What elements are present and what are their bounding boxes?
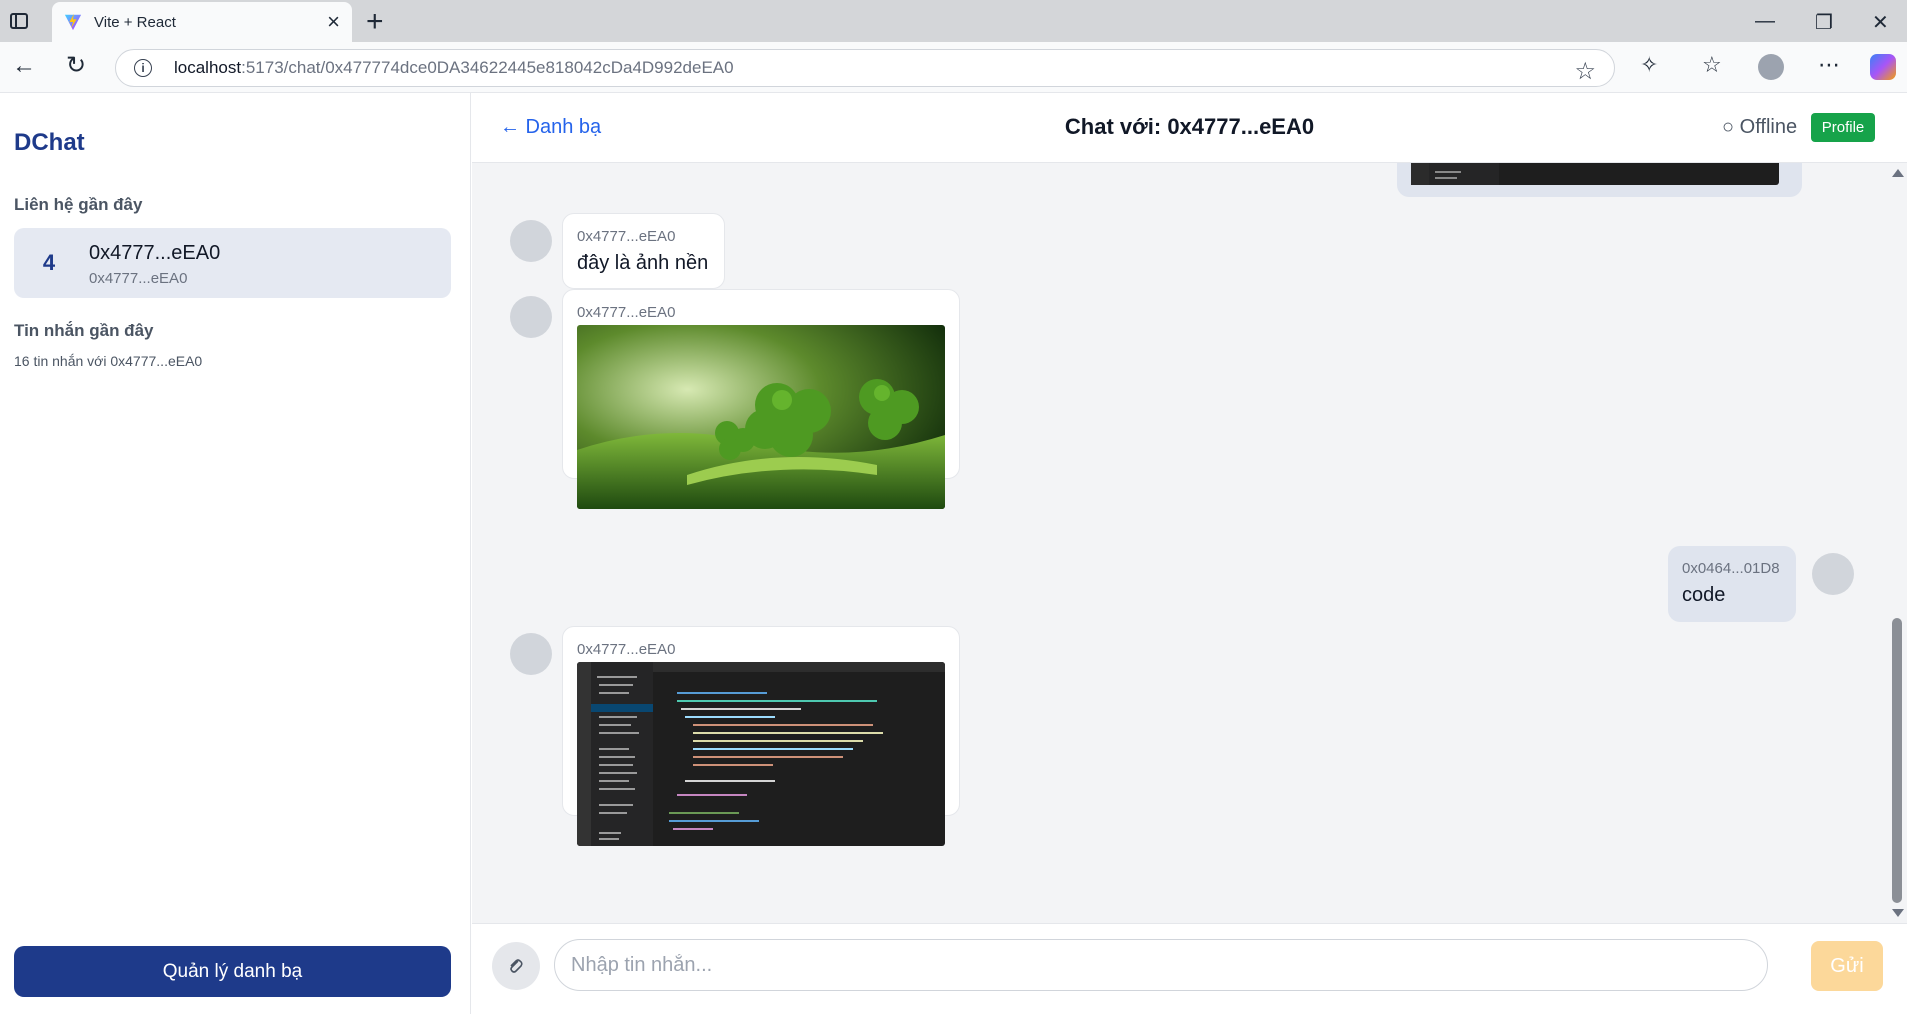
contact-item[interactable]: 4 0x4777...eEA0 0x4777...eEA0 bbox=[14, 228, 451, 298]
restore-icon[interactable]: ❐ bbox=[1815, 10, 1833, 35]
contact-name: 0x4777...eEA0 bbox=[89, 242, 221, 264]
message-composer: Gửi bbox=[472, 923, 1907, 1014]
recent-messages-heading: Tin nhắn gần đây bbox=[14, 321, 154, 340]
new-tab-icon[interactable]: + bbox=[366, 7, 384, 37]
recent-contacts-heading: Liên hệ gần đây bbox=[14, 195, 143, 214]
avatar bbox=[510, 296, 552, 338]
sidebar: DChat Liên hệ gần đây 4 0x4777...eEA0 0x… bbox=[0, 93, 471, 1014]
message-bubble-mine: 0x0464...01D8 code bbox=[1668, 546, 1796, 622]
contact-badge: 4 bbox=[26, 240, 72, 286]
back-arrow-icon[interactable]: ← bbox=[12, 54, 36, 78]
chat-header: ← Danh bạ Chat với: 0x4777...eEA0 ○ Offl… bbox=[472, 93, 1907, 163]
message-list[interactable]: 0x4777...eEA0 đây là ảnh nền 0x4777...eE… bbox=[472, 163, 1887, 923]
bookmark-star-icon[interactable]: ☆ bbox=[1574, 57, 1596, 86]
avatar bbox=[510, 220, 552, 262]
vite-logo-icon bbox=[64, 13, 82, 31]
paperclip-icon bbox=[510, 959, 523, 973]
browser-tab[interactable]: Vite + React × bbox=[52, 2, 352, 42]
recent-message-item[interactable]: 16 tin nhắn với 0x4777...eEA0 bbox=[14, 353, 202, 369]
app-brand: DChat bbox=[14, 129, 85, 156]
avatar bbox=[510, 633, 552, 675]
copilot-icon[interactable] bbox=[1870, 54, 1896, 80]
scroll-down-icon[interactable] bbox=[1892, 909, 1904, 917]
profile-avatar-icon[interactable] bbox=[1758, 54, 1784, 80]
extensions-icon[interactable]: ✧ bbox=[1640, 54, 1658, 76]
attach-button[interactable] bbox=[492, 942, 540, 990]
browser-tabbar: Vite + React × + — ❐ ✕ bbox=[0, 0, 1907, 42]
message-text: code bbox=[1682, 584, 1726, 606]
avatar bbox=[1812, 553, 1854, 595]
tab-title: Vite + React bbox=[94, 13, 176, 31]
tab-actions-icon[interactable] bbox=[6, 8, 32, 34]
url-text: localhost:5173/chat/0x477774dce0DA346224… bbox=[174, 58, 734, 77]
message-sender: 0x4777...eEA0 bbox=[577, 228, 676, 245]
message-sender: 0x4777...eEA0 bbox=[577, 641, 676, 658]
message-bubble: 0x4777...eEA0 bbox=[562, 289, 960, 509]
code-screenshot-image[interactable] bbox=[577, 662, 945, 846]
reload-icon[interactable]: ↻ bbox=[66, 54, 86, 78]
chat-title: Chat với: 0x4777...eEA0 bbox=[1064, 114, 1315, 139]
address-bar: ← ↻ i localhost:5173/chat/0x477774dce0DA… bbox=[0, 42, 1907, 93]
scrollbar-thumb[interactable] bbox=[1892, 618, 1902, 903]
clover-image[interactable] bbox=[577, 325, 945, 509]
status-badge: ○ Offline bbox=[1722, 116, 1798, 138]
close-tab-icon[interactable]: × bbox=[327, 11, 340, 33]
more-menu-icon[interactable]: ⋯ bbox=[1818, 54, 1840, 76]
message-input[interactable] bbox=[554, 939, 1768, 991]
manage-contacts-button[interactable]: Quản lý danh bạ bbox=[14, 946, 451, 997]
contact-address: 0x4777...eEA0 bbox=[89, 270, 188, 287]
window-close-icon[interactable]: ✕ bbox=[1872, 10, 1889, 35]
message-bubble: 0x4777...eEA0 đây là ảnh nền bbox=[562, 213, 725, 289]
code-screenshot-image[interactable] bbox=[1411, 163, 1779, 185]
profile-button[interactable]: Profile bbox=[1811, 113, 1875, 142]
message-sender: 0x0464...01D8 bbox=[1682, 560, 1780, 577]
favorites-icon[interactable]: ☆ bbox=[1702, 54, 1722, 76]
message-bubble: 0x4777...eEA0 bbox=[562, 626, 960, 846]
chat-panel: ← Danh bạ Chat với: 0x4777...eEA0 ○ Offl… bbox=[472, 93, 1907, 1014]
message-scrollbar[interactable] bbox=[1887, 163, 1907, 923]
site-info-icon[interactable]: i bbox=[134, 59, 152, 77]
scroll-up-icon[interactable] bbox=[1892, 169, 1904, 177]
message-text: đây là ảnh nền bbox=[577, 252, 709, 274]
message-bubble-partial bbox=[1397, 163, 1802, 197]
url-field[interactable]: i localhost:5173/chat/0x477774dce0DA3462… bbox=[115, 49, 1615, 87]
minimize-icon[interactable]: — bbox=[1755, 10, 1775, 33]
send-button[interactable]: Gửi bbox=[1811, 941, 1883, 991]
message-sender: 0x4777...eEA0 bbox=[577, 304, 676, 321]
